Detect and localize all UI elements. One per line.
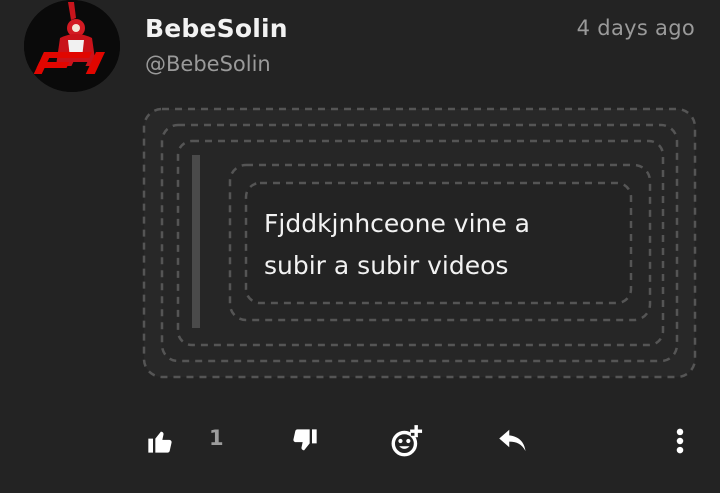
add-reaction-icon xyxy=(391,425,423,457)
dislike-button[interactable] xyxy=(289,423,321,459)
like-count: 1 xyxy=(209,426,224,450)
more-vertical-icon xyxy=(676,428,684,454)
reply-icon xyxy=(499,429,526,451)
more-options-button[interactable] xyxy=(668,423,692,459)
reply-button[interactable] xyxy=(496,423,530,459)
message-quote: Fjddkjnhceone vine a subir a subir video… xyxy=(142,107,697,379)
user-handle: @BebeSolin xyxy=(145,52,271,76)
timestamp: 4 days ago xyxy=(576,16,695,40)
message-text: Fjddkjnhceone vine a subir a subir video… xyxy=(264,209,531,280)
quote-bar xyxy=(192,155,200,328)
thumbs-up-icon xyxy=(148,431,172,453)
avatar[interactable] xyxy=(24,0,120,92)
username[interactable]: BebeSolin xyxy=(145,14,288,43)
thumbs-down-icon xyxy=(293,429,317,451)
like-button[interactable] xyxy=(144,423,176,459)
f1-driver-avatar-icon xyxy=(24,0,120,92)
add-reaction-button[interactable] xyxy=(389,423,425,459)
